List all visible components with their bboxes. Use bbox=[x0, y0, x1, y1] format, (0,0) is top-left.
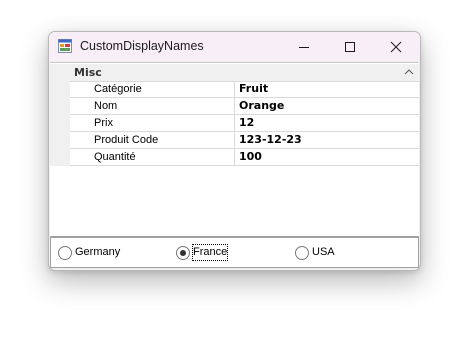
property-name: Quantité bbox=[94, 151, 136, 163]
close-icon bbox=[390, 41, 402, 53]
property-row-prix[interactable]: Prix 12 bbox=[70, 115, 419, 132]
property-name: Produit Code bbox=[94, 134, 159, 146]
property-row-nom[interactable]: Nom Orange bbox=[70, 98, 419, 115]
radio-label[interactable]: Germany bbox=[75, 245, 120, 260]
property-row-quantite[interactable]: Quantité 100 bbox=[70, 149, 419, 166]
property-row-produit-code[interactable]: Produit Code 123-12-23 bbox=[70, 132, 419, 149]
grid-left-margin bbox=[50, 81, 70, 166]
chevron-up-icon[interactable] bbox=[404, 68, 414, 76]
radio-circle[interactable] bbox=[176, 246, 190, 260]
property-name: Nom bbox=[94, 100, 118, 112]
radio-label[interactable]: France bbox=[191, 244, 229, 261]
property-value[interactable]: Fruit bbox=[234, 81, 419, 97]
country-radio-group: Germany France USA bbox=[50, 237, 419, 268]
close-button[interactable] bbox=[373, 32, 419, 61]
property-value[interactable]: 123-12-23 bbox=[234, 132, 419, 148]
property-name: Catégorie bbox=[94, 83, 142, 95]
property-value[interactable]: Orange bbox=[234, 98, 419, 114]
minimize-icon bbox=[299, 47, 309, 48]
title-bar[interactable]: CustomDisplayNames bbox=[49, 32, 420, 61]
property-value[interactable]: 12 bbox=[234, 115, 419, 131]
property-row-categorie[interactable]: Catégorie Fruit bbox=[70, 81, 419, 98]
window-title: CustomDisplayNames bbox=[80, 39, 204, 53]
radio-circle[interactable] bbox=[58, 246, 72, 260]
radio-label[interactable]: USA bbox=[312, 245, 335, 260]
property-grid[interactable]: Misc Catégorie Fruit Nom Orange Prix 12 … bbox=[50, 62, 419, 237]
app-window: CustomDisplayNames Misc Catégorie Fruit … bbox=[48, 31, 421, 271]
app-icon bbox=[58, 39, 72, 53]
category-label: Misc bbox=[74, 66, 102, 79]
maximize-icon bbox=[345, 42, 355, 52]
radio-circle[interactable] bbox=[295, 246, 309, 260]
property-value[interactable]: 100 bbox=[234, 149, 419, 165]
maximize-button[interactable] bbox=[327, 32, 373, 61]
category-row-misc[interactable]: Misc bbox=[50, 64, 419, 82]
minimize-button[interactable] bbox=[281, 32, 327, 61]
radio-selected-dot bbox=[180, 250, 186, 256]
property-name: Prix bbox=[94, 117, 113, 129]
